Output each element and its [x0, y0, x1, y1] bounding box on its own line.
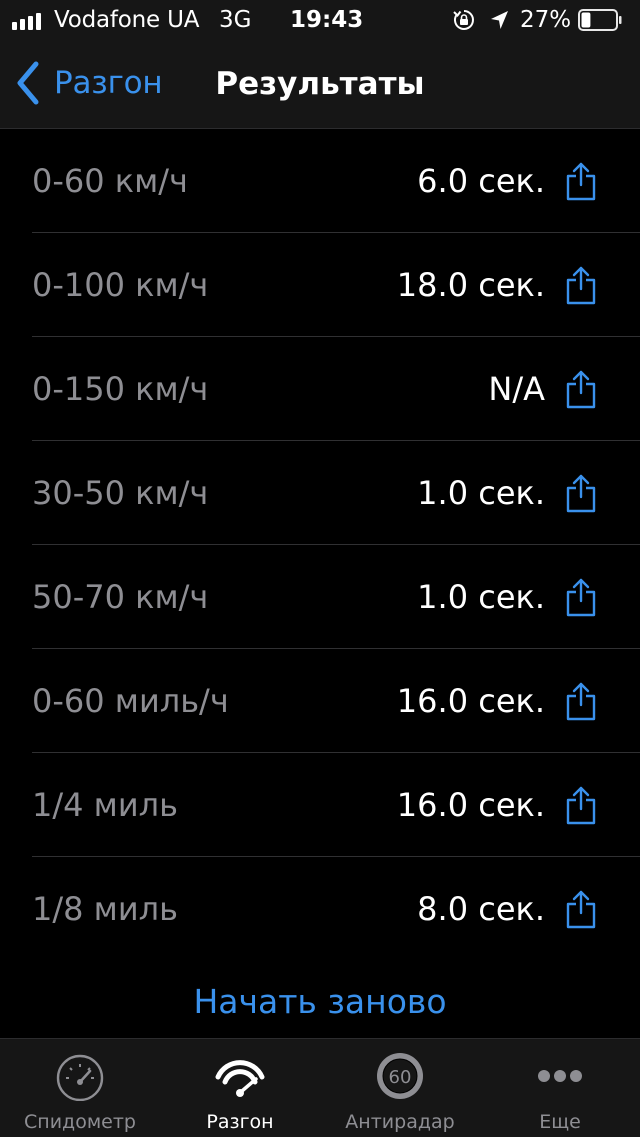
battery-percentage: 27%: [520, 7, 572, 33]
result-row: 50-70 км/ч 1.0 сек.: [0, 545, 640, 649]
result-label: 0-60 км/ч: [32, 162, 188, 200]
results-list: 0-60 км/ч 6.0 сек. 0-100 км/ч 18.0 сек. 0-15…: [0, 129, 640, 961]
share-icon[interactable]: [562, 785, 600, 825]
result-label: 0-100 км/ч: [32, 266, 209, 304]
tab-speedometer[interactable]: Спидометр: [0, 1039, 160, 1137]
result-row: 1/4 миль 16.0 сек.: [0, 753, 640, 857]
result-value: 18.0 сек.: [396, 266, 545, 304]
result-value: 1.0 сек.: [417, 474, 545, 512]
speedometer-icon: [52, 1051, 108, 1102]
navigation-bar: Разгон Результаты: [0, 40, 640, 129]
result-row: 0-100 км/ч 18.0 сек.: [0, 233, 640, 337]
result-value: 6.0 сек.: [417, 162, 545, 200]
share-icon[interactable]: [562, 473, 600, 513]
result-row: 1/8 миль 8.0 сек.: [0, 857, 640, 961]
tab-acceleration[interactable]: Разгон: [160, 1039, 320, 1137]
result-value: 8.0 сек.: [417, 890, 545, 928]
chevron-left-icon: [17, 61, 39, 105]
tab-label: Разгон: [206, 1111, 274, 1133]
result-value: 16.0 сек.: [396, 682, 545, 720]
share-icon[interactable]: [562, 369, 600, 409]
result-value: N/A: [488, 370, 545, 408]
back-button[interactable]: Разгон: [14, 60, 163, 106]
result-label: 0-60 миль/ч: [32, 682, 229, 720]
tab-bar: Спидометр Разгон 60 Антирадар Еще: [0, 1038, 640, 1137]
restart-button[interactable]: Начать заново: [0, 982, 640, 1021]
tab-speed-limit[interactable]: 60 Антирадар: [320, 1039, 480, 1137]
acceleration-icon: [212, 1051, 268, 1101]
tab-label: Еще: [539, 1111, 581, 1133]
tab-label: Антирадар: [345, 1111, 455, 1133]
result-label: 50-70 км/ч: [32, 578, 209, 616]
signal-strength-icon: [12, 13, 41, 30]
share-icon[interactable]: [562, 161, 600, 201]
result-row: 0-60 км/ч 6.0 сек.: [0, 129, 640, 233]
share-icon[interactable]: [562, 577, 600, 617]
tab-label: Спидометр: [24, 1111, 136, 1133]
result-value: 16.0 сек.: [396, 786, 545, 824]
rotation-lock-icon: [453, 10, 474, 30]
status-time: 19:43: [290, 7, 364, 33]
result-label: 0-150 км/ч: [32, 370, 209, 408]
back-button-label: Разгон: [54, 65, 163, 101]
status-bar: Vodafone UA 3G 19:43 27%: [0, 0, 640, 40]
share-icon[interactable]: [562, 265, 600, 305]
location-arrow-icon: [491, 11, 508, 29]
result-label: 1/8 миль: [32, 890, 178, 928]
result-row: 30-50 км/ч 1.0 сек.: [0, 441, 640, 545]
result-label: 1/4 миль: [32, 786, 178, 824]
result-row: 0-60 миль/ч 16.0 сек.: [0, 649, 640, 753]
result-label: 30-50 км/ч: [32, 474, 209, 512]
result-row: 0-150 км/ч N/A: [0, 337, 640, 441]
share-icon[interactable]: [562, 889, 600, 929]
svg-text:60: 60: [389, 1067, 412, 1088]
more-icon: [532, 1051, 588, 1101]
battery-icon: [578, 9, 622, 31]
speed-limit-icon: 60: [372, 1051, 428, 1101]
share-icon[interactable]: [562, 681, 600, 721]
network-type: 3G: [219, 7, 252, 33]
tab-more[interactable]: Еще: [480, 1039, 640, 1137]
carrier-name: Vodafone UA: [54, 7, 200, 33]
result-value: 1.0 сек.: [417, 578, 545, 616]
